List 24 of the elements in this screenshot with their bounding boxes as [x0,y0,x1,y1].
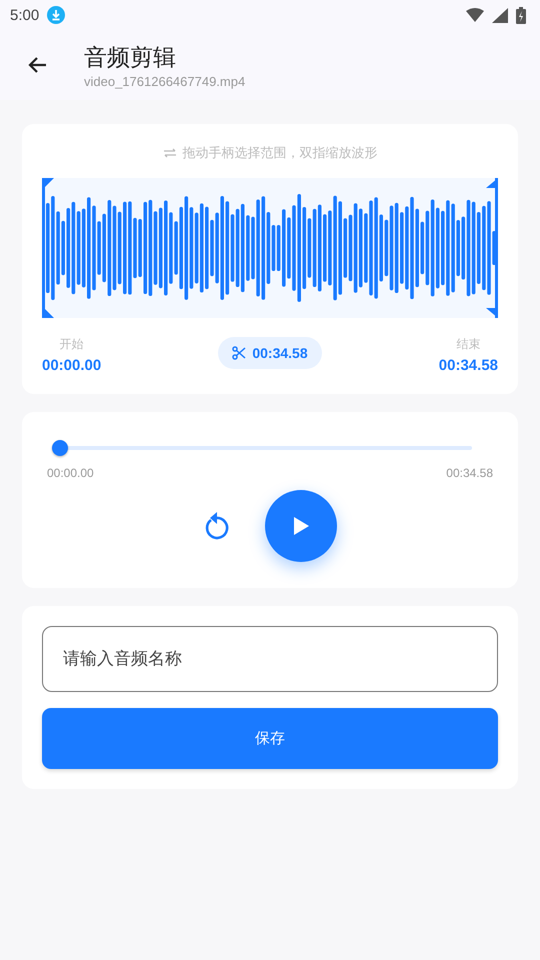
end-time: 00:34.58 [438,357,498,374]
page-title: 音频剪辑 [84,42,177,72]
download-icon [47,6,66,24]
current-time: 00:00.00 [47,466,94,480]
signal-icon [492,8,508,22]
save-button[interactable]: 保存 [42,708,498,769]
waveform-drawing[interactable] [42,178,498,318]
swap-arrows-icon [162,148,176,158]
duration-badge: 00:34.58 [218,337,322,369]
start-label: 开始 [60,336,84,353]
scissors-icon [232,346,246,360]
wifi-icon [466,8,484,22]
status-time: 5:00 [10,6,40,24]
play-button[interactable] [265,490,337,562]
start-time: 00:00.00 [42,357,102,374]
end-label: 结束 [456,336,480,353]
name-input-field[interactable]: 请输入音频名称 [42,626,498,692]
replay-icon [203,512,229,540]
total-time: 00:34.58 [446,466,493,480]
play-icon [293,517,309,535]
replay-button[interactable] [203,512,229,540]
hint-text: 拖动手柄选择范围，双指缩放波形 [182,144,378,162]
battery-icon [516,6,526,24]
file-name: video_1761266467749.mp4 [84,74,246,88]
